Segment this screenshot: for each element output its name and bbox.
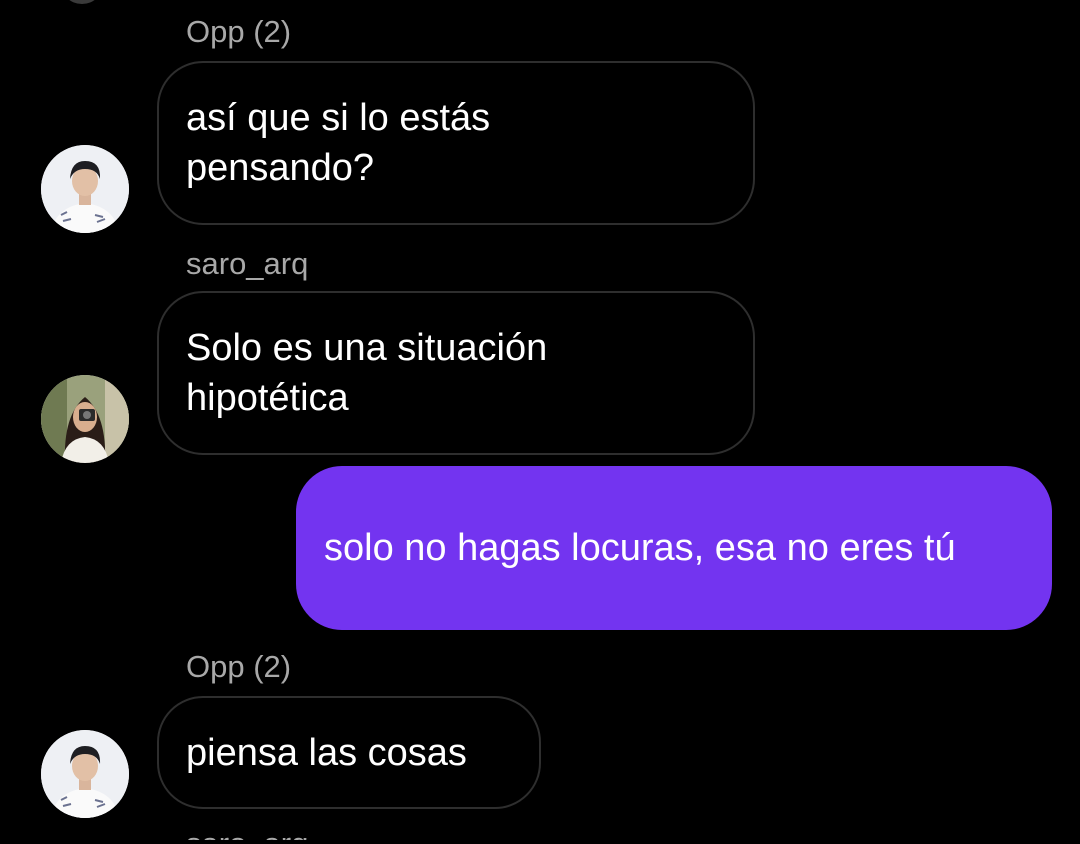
message-text: así que si lo estás pensando?	[186, 97, 491, 189]
avatar-partial	[60, 0, 104, 4]
message-text: Solo es una situación hipotética	[186, 327, 548, 419]
avatar-man-icon[interactable]	[41, 145, 129, 233]
next-sender-name: saro_arq	[186, 826, 321, 840]
avatar-woman-image	[41, 375, 129, 463]
sender-name: saro_arq	[186, 246, 309, 281]
avatar-woman-camera-icon[interactable]	[41, 375, 129, 463]
avatar-man-image	[41, 730, 129, 818]
message-bubble-incoming[interactable]: así que si lo estás pensando?	[157, 61, 755, 225]
sender-name: Opp (2)	[186, 649, 292, 684]
avatar-man-image	[41, 145, 129, 233]
message-text: piensa las cosas	[186, 731, 467, 774]
message-text: solo no hagas locuras, esa no eres tú	[324, 527, 956, 569]
sender-name: Opp (2)	[186, 14, 292, 49]
message-bubble-incoming[interactable]: Solo es una situación hipotética	[157, 291, 755, 455]
chat-thread[interactable]: Opp (2) así que si lo estás pensando? sa…	[0, 0, 1080, 844]
message-bubble-incoming[interactable]: piensa las cosas	[157, 696, 541, 809]
message-bubble-outgoing[interactable]: solo no hagas locuras, esa no eres tú	[296, 466, 1052, 630]
avatar-man-icon[interactable]	[41, 730, 129, 818]
